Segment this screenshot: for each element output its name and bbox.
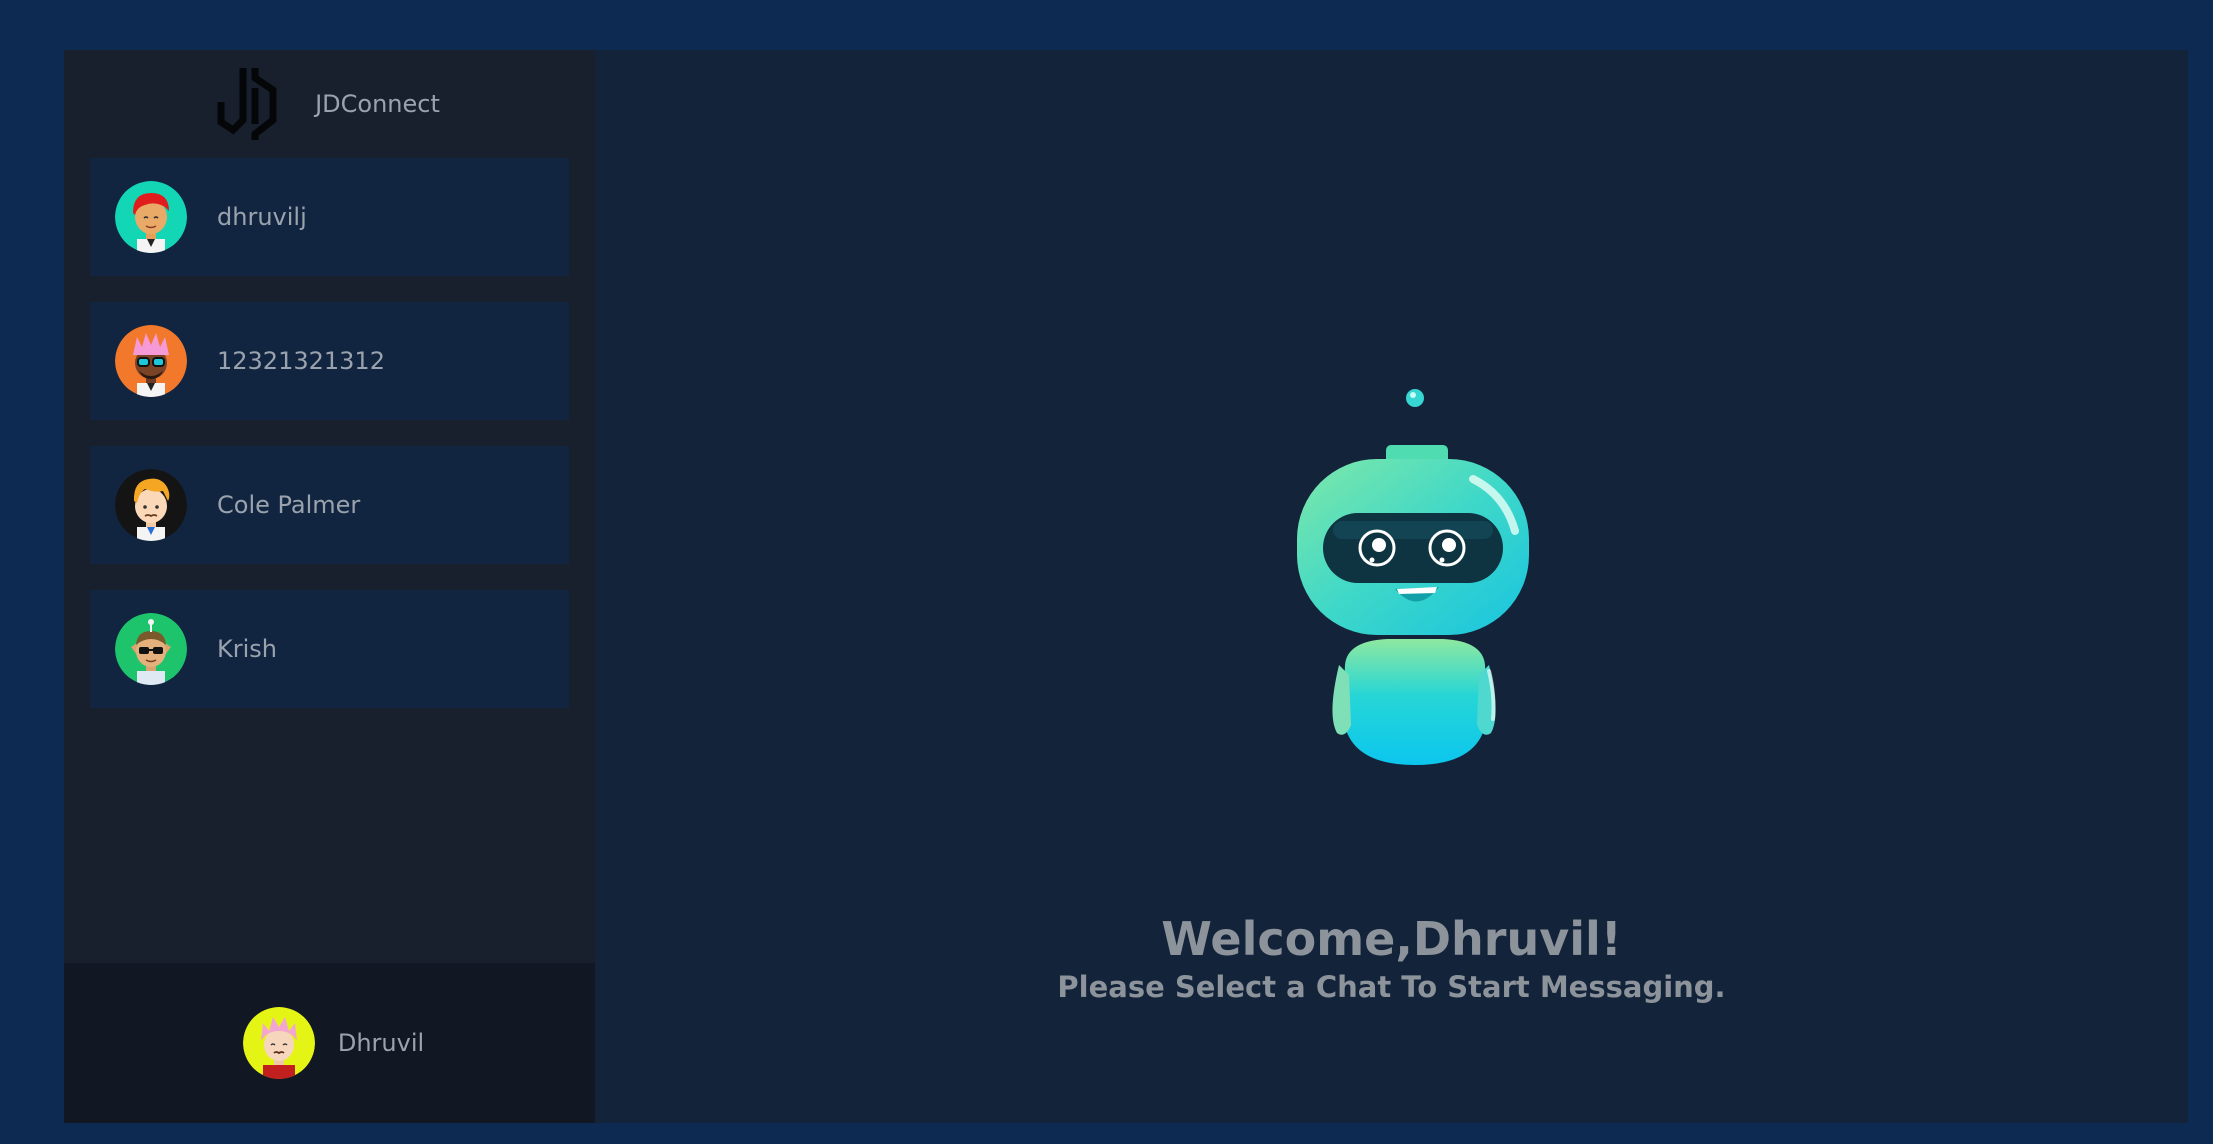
avatar-pink-hair-sunglasses-icon [115,325,187,397]
main-panel: Welcome,Dhruvil! Please Select a Chat To… [595,50,2188,1123]
sidebar: JDConnect dhruvilj 12321321312 Cole Palm… [64,50,595,1123]
contact-name: 12321321312 [217,347,385,375]
robot-mascot-icon [1297,389,1529,765]
contact-name: dhruvilj [217,203,307,231]
contact-item-cole-palmer[interactable]: Cole Palmer [90,446,569,564]
brand-name: JDConnect [315,90,440,118]
avatar-sunglasses-green-icon [115,613,187,685]
chat-app-window: JDConnect dhruvilj 12321321312 Cole Palm… [64,50,2188,1123]
contact-item-krish[interactable]: Krish [90,590,569,708]
contact-name: Cole Palmer [217,491,361,519]
current-user-name: Dhruvil [337,1029,425,1057]
welcome-title: Welcome,Dhruvil! [1161,912,1622,966]
avatar-pink-hair-yellow-icon [242,1007,315,1079]
contact-list: dhruvilj 12321321312 Cole Palmer Krish [64,158,595,708]
contact-name: Krish [217,635,277,663]
brand-header: JDConnect [64,50,595,158]
jdconnect-logo-icon [217,68,277,140]
contact-item-12321321312[interactable]: 12321321312 [90,302,569,420]
avatar-orange-hair-icon [115,469,187,541]
welcome-subtitle: Please Select a Chat To Start Messaging. [1057,970,1726,1004]
contact-item-dhruvilj[interactable]: dhruvilj [90,158,569,276]
current-user-footer[interactable]: Dhruvil [64,963,595,1123]
avatar-red-hair-icon [115,181,187,253]
